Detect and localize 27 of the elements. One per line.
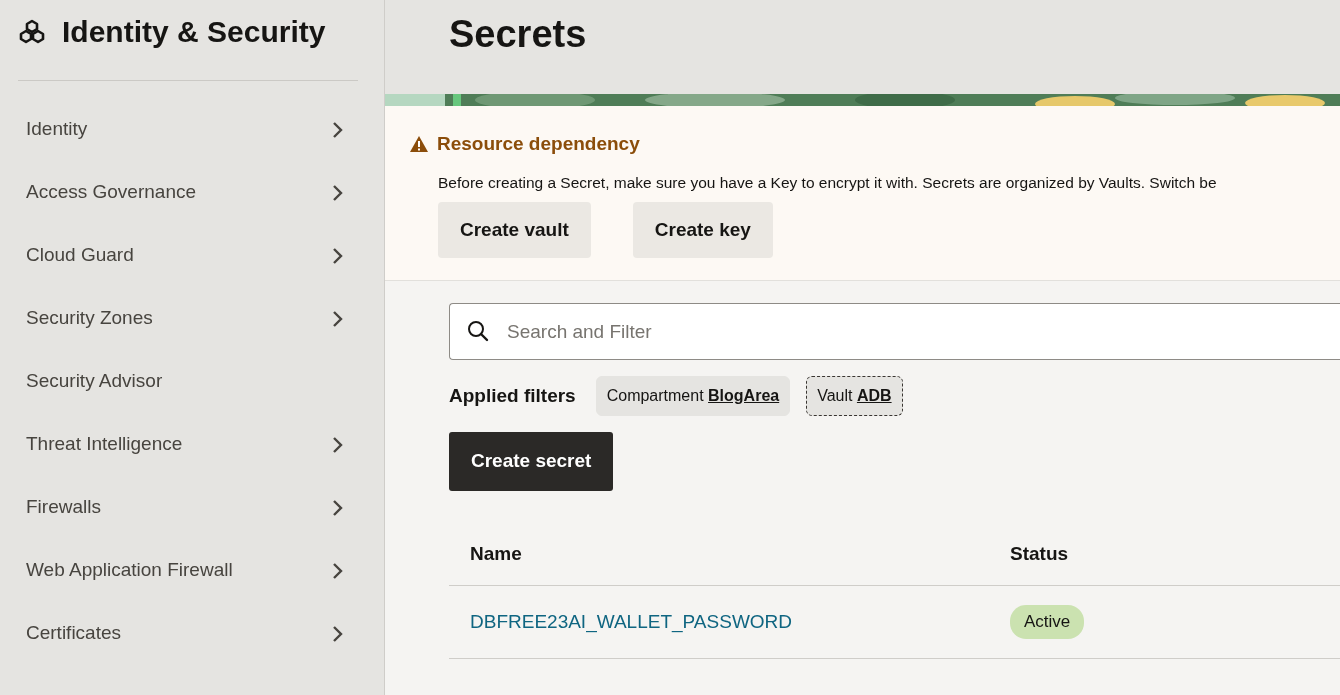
search-icon bbox=[467, 320, 489, 343]
secret-link[interactable]: DBFREE23AI_WALLET_PASSWORD bbox=[470, 610, 793, 632]
section-title: Identity & Security bbox=[62, 14, 326, 50]
alert-title: Resource dependency bbox=[437, 132, 640, 156]
nav-item[interactable]: Access Governance bbox=[0, 161, 384, 224]
search-field[interactable]: Search and Filter bbox=[449, 303, 1340, 361]
filter-chip[interactable]: Compartment BlogArea bbox=[595, 376, 791, 417]
filters-label: Applied filters bbox=[449, 384, 576, 408]
nav-item[interactable]: Web Application Firewall bbox=[0, 539, 384, 602]
page-title: Secrets bbox=[449, 12, 588, 57]
create-secret-button[interactable]: Create secret bbox=[449, 432, 614, 491]
action-button[interactable]: Create key bbox=[632, 201, 773, 259]
nav-item[interactable]: Security Advisor bbox=[0, 350, 384, 413]
alert-message: Before creating a Secret, make sure you have a Key to encrypt it with. Secrets are organized by Vaults. Switch be bbox=[438, 172, 1218, 193]
column-header: Name bbox=[470, 542, 522, 564]
filter-chip[interactable]: Vault ADB bbox=[806, 376, 903, 417]
column-header: Status bbox=[1010, 542, 1069, 564]
nav-item[interactable]: Certificates bbox=[0, 602, 384, 665]
nav-item[interactable]: Cloud Guard bbox=[0, 224, 384, 287]
nav-item[interactable]: Security Zones bbox=[0, 287, 384, 350]
nav-item[interactable]: Threat Intelligence bbox=[0, 413, 384, 476]
action-button[interactable]: Create vault bbox=[438, 201, 591, 259]
cubes-icon bbox=[18, 19, 46, 45]
warning-icon bbox=[409, 135, 429, 154]
status-pill: Active bbox=[1010, 605, 1085, 639]
nav-item[interactable]: Firewalls bbox=[0, 476, 384, 539]
nav-item[interactable]: Identity bbox=[0, 98, 384, 161]
